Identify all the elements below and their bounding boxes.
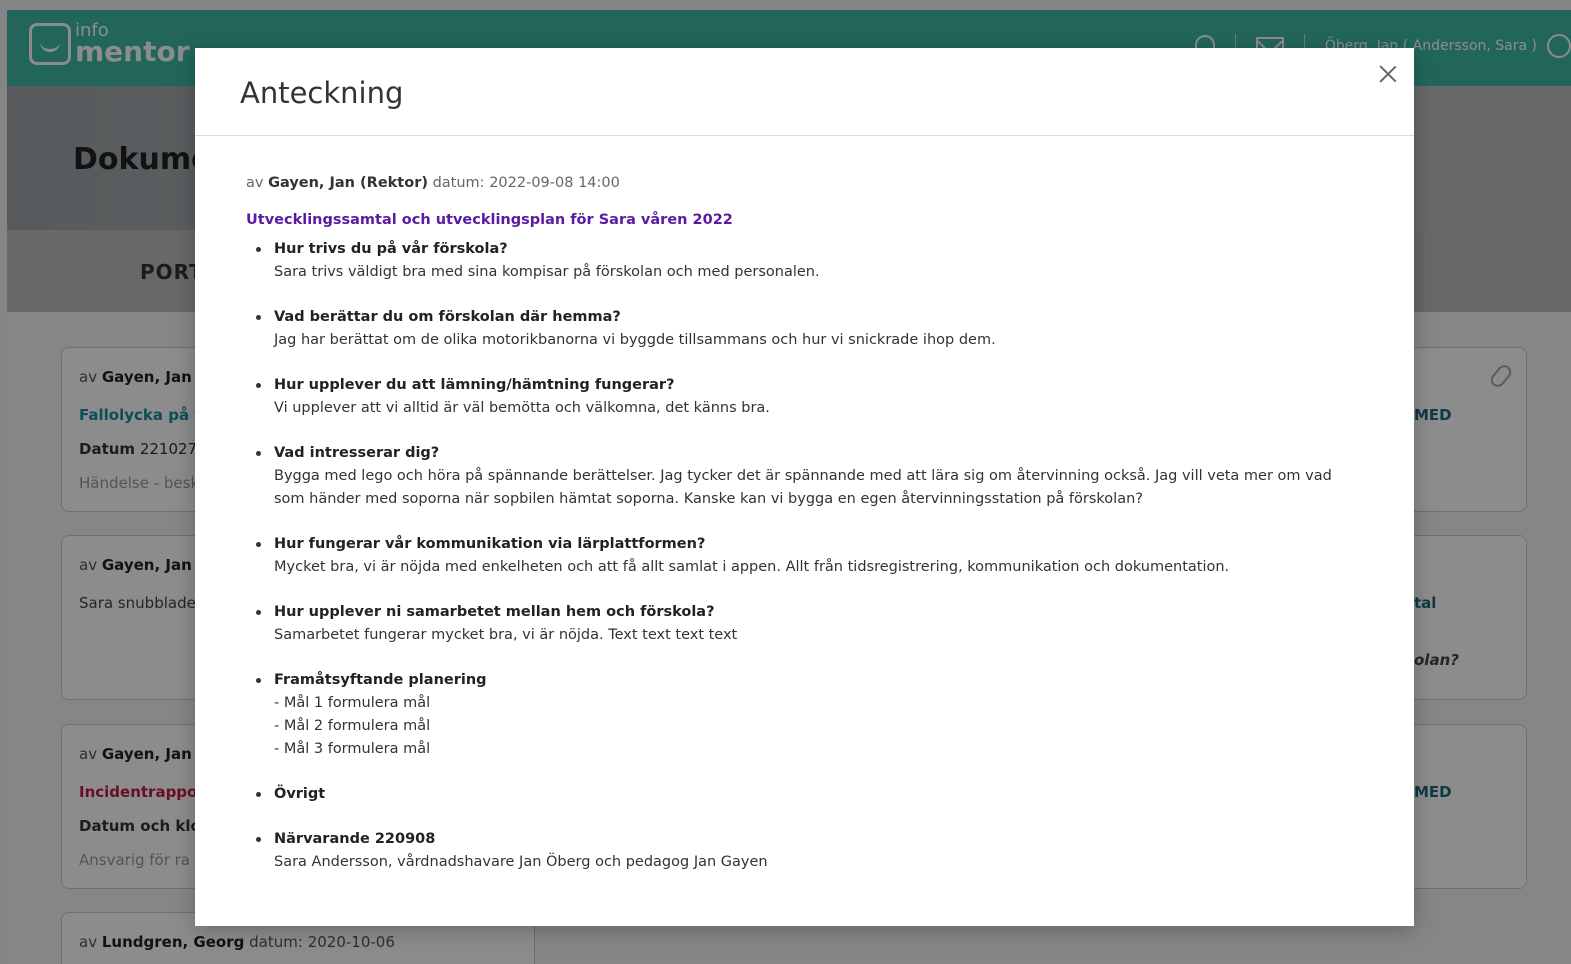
- note-title: Utvecklingssamtal och utvecklingsplan fö…: [246, 212, 733, 228]
- question: Framåtsyftande planering: [274, 672, 487, 688]
- qa-list: Hur trivs du på vår förskola? Sara trivs…: [246, 238, 1364, 874]
- list-item: Hur upplever ni samarbetet mellan hem oc…: [246, 601, 1364, 647]
- modal-header: Anteckning: [195, 48, 1414, 136]
- close-icon[interactable]: [1378, 64, 1398, 84]
- question: Vad intresserar dig?: [274, 445, 440, 461]
- question: Hur upplever du att lämning/hämtning fun…: [274, 377, 675, 393]
- answer: Vi upplever att vi alltid är väl bemötta…: [274, 400, 770, 416]
- answer: Samarbetet fungerar mycket bra, vi är nö…: [274, 627, 738, 643]
- question: Närvarande 220908: [274, 831, 436, 847]
- answer-line: - Mål 2 formulera mål: [274, 718, 431, 734]
- answer: Sara trivs väldigt bra med sina kompisar…: [274, 264, 820, 280]
- list-item: Övrigt: [246, 783, 1364, 806]
- answer-line: - Mål 3 formulera mål: [274, 741, 431, 757]
- question: Hur trivs du på vår förskola?: [274, 241, 508, 257]
- note-author-line: av Gayen, Jan (Rektor) datum: 2022-09-08…: [246, 175, 620, 191]
- list-item: Vad berättar du om förskolan där hemma? …: [246, 306, 1364, 352]
- note-date: 2022-09-08 14:00: [489, 175, 620, 191]
- question: Vad berättar du om förskolan där hemma?: [274, 309, 621, 325]
- list-item: Hur fungerar vår kommunikation via lärpl…: [246, 533, 1364, 579]
- modal-body: av Gayen, Jan (Rektor) datum: 2022-09-08…: [195, 136, 1414, 874]
- note-author: Gayen, Jan (Rektor): [268, 175, 428, 191]
- answer: Jag har berättat om de olika motorikbano…: [274, 332, 996, 348]
- question: Hur upplever ni samarbetet mellan hem oc…: [274, 604, 715, 620]
- question: Övrigt: [274, 786, 326, 802]
- answer-line: - Mål 1 formulera mål: [274, 695, 431, 711]
- modal-title: Anteckning: [240, 76, 404, 110]
- answer: Bygga med lego och höra på spännande ber…: [274, 468, 1332, 507]
- list-item: Vad intresserar dig? Bygga med lego och …: [246, 442, 1364, 511]
- list-item: Framåtsyftande planering - Mål 1 formule…: [246, 669, 1364, 761]
- note-modal: Anteckning av Gayen, Jan (Rektor) datum:…: [195, 48, 1414, 926]
- list-item: Hur trivs du på vår förskola? Sara trivs…: [246, 238, 1364, 284]
- question: Hur fungerar vår kommunikation via lärpl…: [274, 536, 706, 552]
- answer: Mycket bra, vi är nöjda med enkelheten o…: [274, 559, 1230, 575]
- list-item: Hur upplever du att lämning/hämtning fun…: [246, 374, 1364, 420]
- list-item: Närvarande 220908 Sara Andersson, vårdna…: [246, 828, 1364, 874]
- answer: Sara Andersson, vårdnadshavare Jan Öberg…: [274, 854, 768, 870]
